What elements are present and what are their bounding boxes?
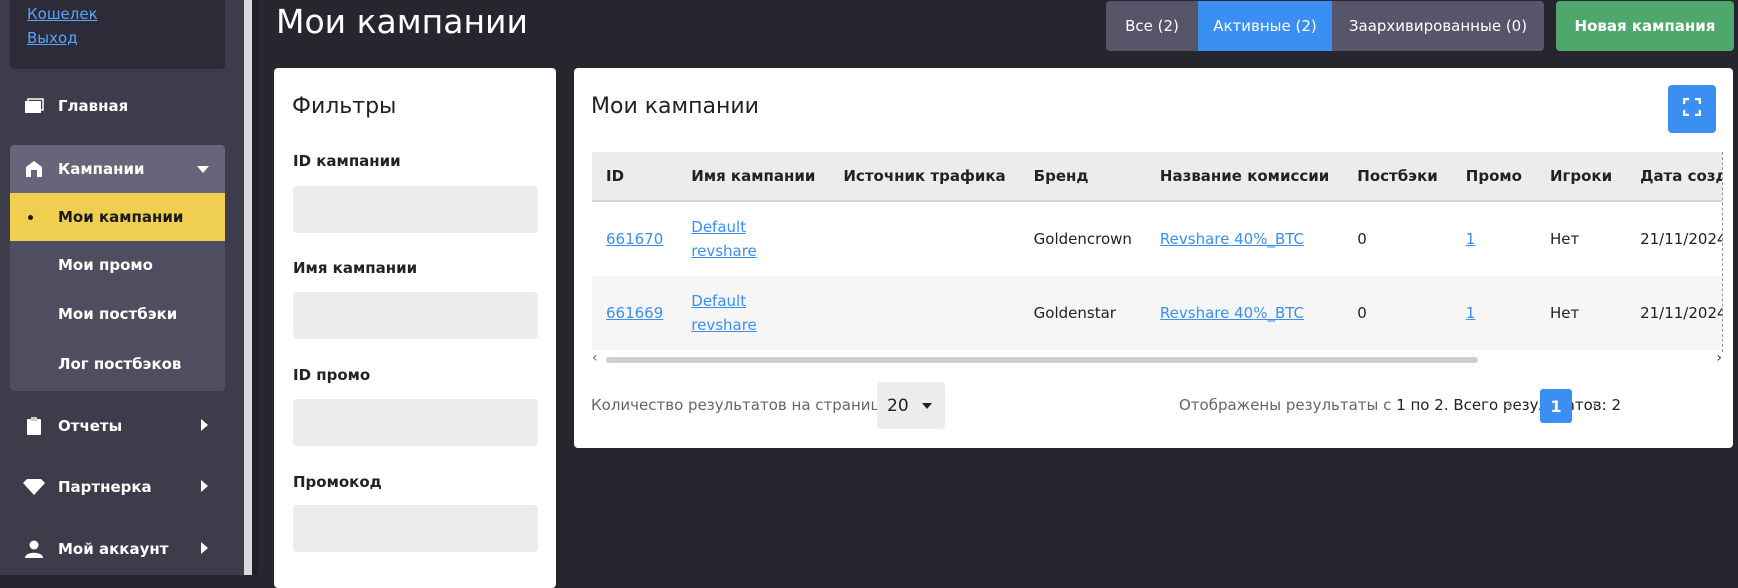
campaigns-table: ID Имя кампании Источник трафика Бренд Н… [592, 152, 1723, 350]
per-page-label: Количество результатов на странице [591, 396, 890, 414]
sidebar-item-account[interactable]: Мой аккаунт [10, 525, 225, 573]
home-icon [10, 98, 58, 114]
traffic-source-cell [829, 276, 1020, 350]
chevron-right-icon [201, 417, 209, 435]
filters-title: Фильтры [292, 94, 397, 119]
sidebar-subitem-label: Лог постбэков [58, 355, 182, 373]
sidebar-item-partner[interactable]: Партнерка [10, 463, 225, 511]
store-icon [10, 160, 58, 178]
chevron-right-icon [201, 478, 209, 496]
postbacks-cell: 0 [1343, 276, 1452, 350]
campaign-name-link[interactable]: Default revshare [691, 292, 757, 334]
chevron-right-icon[interactable]: › [1591, 394, 1598, 415]
sidebar-subitem-label: Мои кампании [58, 208, 184, 226]
table-row: 661669 Default revshare Goldenstar Revsh… [592, 276, 1722, 350]
commission-link[interactable]: Revshare 40%_BTC [1160, 230, 1304, 248]
promo-link[interactable]: 1 [1466, 230, 1476, 248]
sidebar-subitem-my-postbacks[interactable]: Мои постбэки [10, 290, 225, 338]
brand-cell: Goldenstar [1019, 276, 1146, 350]
campaign-id-link[interactable]: 661669 [606, 304, 663, 322]
sidebar-item-label: Кампании [58, 160, 145, 178]
campaign-name-label: Имя кампании [293, 259, 418, 277]
tab-archived[interactable]: Заархивированные (0) [1332, 1, 1544, 51]
sidebar-item-home[interactable]: Главная [10, 82, 225, 130]
sidebar-subitem-postback-log[interactable]: Лог постбэков [10, 340, 225, 388]
promo-id-label: ID промо [293, 366, 371, 384]
tab-active[interactable]: Активные (2) [1198, 1, 1332, 51]
user-icon [10, 540, 58, 558]
chevron-left-icon[interactable]: ‹ [1506, 394, 1513, 415]
sidebar-item-campaigns[interactable]: Кампании [10, 145, 225, 193]
scroll-right-icon[interactable]: › [1716, 350, 1722, 366]
results-prefix: Отображены результаты с [1179, 396, 1392, 414]
column-header[interactable]: Название комиссии [1145, 152, 1344, 202]
promocode-label: Промокод [293, 473, 382, 491]
diamond-icon [10, 479, 58, 495]
bullet-icon [28, 215, 33, 220]
column-header[interactable]: ID [592, 152, 678, 202]
sidebar-item-label: Партнерка [58, 478, 152, 496]
campaign-name-input[interactable] [293, 292, 538, 339]
brand-cell: Goldencrown [1033, 230, 1132, 248]
scroll-left-icon[interactable]: ‹ [592, 350, 598, 366]
logout-link[interactable]: Выход [27, 29, 78, 47]
campaigns-title: Мои кампании [591, 94, 759, 119]
column-header[interactable]: Источник трафика [829, 152, 1020, 202]
column-header[interactable]: Дата создания [1626, 152, 1722, 202]
promo-id-input[interactable] [293, 399, 538, 446]
per-page-value: 20 [887, 395, 909, 416]
tab-all[interactable]: Все (2) [1106, 1, 1198, 51]
caret-down-icon [922, 403, 932, 409]
column-header[interactable]: Игроки [1535, 152, 1627, 202]
sidebar-item-reports[interactable]: Отчеты [10, 402, 225, 450]
campaigns-table-wrap: ID Имя кампании Источник трафика Бренд Н… [592, 152, 1723, 352]
players-cell: Нет [1549, 230, 1580, 248]
fullscreen-button[interactable] [1668, 85, 1716, 133]
sidebar-item-label: Главная [58, 97, 129, 115]
sidebar-item-label: Отчеты [58, 417, 123, 435]
wallet-link[interactable]: Кошелек [27, 5, 98, 23]
horizontal-scrollbar[interactable]: ‹ › [592, 350, 1722, 366]
players-cell: Нет [1535, 276, 1627, 350]
traffic-source-cell [829, 201, 1019, 276]
sidebar-item-label: Мой аккаунт [58, 540, 169, 558]
table-header-row: ID Имя кампании Источник трафика Бренд Н… [592, 152, 1722, 202]
sidebar-subitem-label: Мои постбэки [58, 305, 178, 323]
sidebar-subitem-label: Мои промо [58, 256, 153, 274]
commission-link[interactable]: Revshare 40%_BTC [1160, 304, 1304, 322]
chevron-right-icon [201, 540, 209, 558]
postbacks-cell: 0 [1357, 230, 1367, 248]
column-header[interactable]: Промо [1451, 152, 1536, 202]
chevron-down-icon [197, 160, 209, 178]
campaign-id-input[interactable] [293, 186, 538, 233]
sidebar-subitem-my-promo[interactable]: Мои промо [10, 241, 225, 289]
scrollbar-thumb[interactable] [606, 357, 1478, 363]
clipboard-icon [10, 416, 58, 436]
user-box: Кошелек Выход [10, 0, 225, 69]
sidebar: Кошелек Выход Главная Кампании Мои кампа… [0, 0, 244, 575]
column-header[interactable]: Постбэки [1343, 152, 1452, 202]
campaign-id-link[interactable]: 661670 [606, 230, 663, 248]
filters-panel: Фильтры ID кампании Имя кампании ID пром… [274, 68, 556, 588]
campaigns-panel: Мои кампании ID Имя кампании Источник тр… [574, 68, 1733, 448]
created-date-cell: 21/11/2024 09:13:00 [1640, 230, 1723, 248]
expand-icon [1682, 97, 1702, 120]
campaign-id-label: ID кампании [293, 152, 401, 170]
per-page-select[interactable]: 20 [877, 382, 945, 429]
promocode-input[interactable] [293, 505, 538, 552]
sidebar-divider-shadow [252, 0, 258, 575]
sidebar-subitem-my-campaigns[interactable]: Мои кампании [10, 193, 225, 241]
table-row: 661670 Default revshare Goldencrown Revs… [592, 201, 1723, 276]
new-campaign-button[interactable]: Новая кампания [1556, 1, 1734, 51]
promo-link[interactable]: 1 [1466, 304, 1476, 322]
campaign-name-link[interactable]: Default revshare [691, 218, 757, 260]
column-header[interactable]: Имя кампании [677, 152, 830, 202]
sidebar-divider [244, 0, 252, 575]
column-header[interactable]: Бренд [1019, 152, 1146, 202]
page-title: Мои кампании [276, 2, 528, 41]
page-button-current[interactable]: 1 [1540, 389, 1572, 423]
created-date-cell: 21/11/2024 09:13:00 [1626, 276, 1722, 350]
